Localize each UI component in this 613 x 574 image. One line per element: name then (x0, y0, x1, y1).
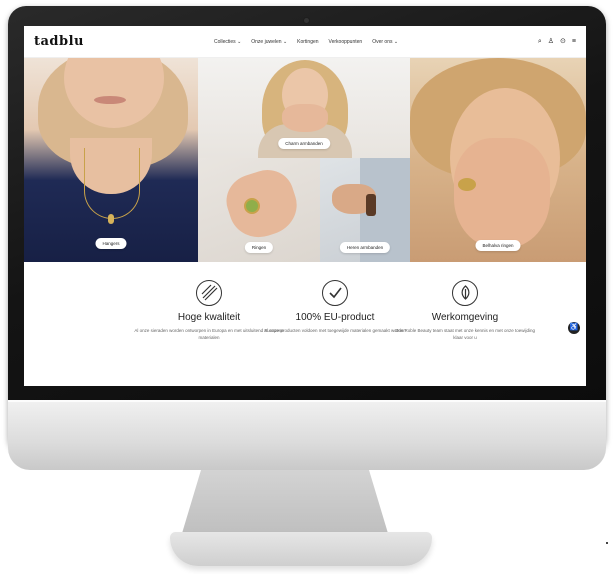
label-hangers[interactable]: Hangers (95, 238, 127, 249)
accessibility-button[interactable]: ♿ (568, 322, 580, 334)
gold-ring (458, 178, 476, 191)
camera-icon (304, 18, 309, 23)
website-screen: tadblu Collecties ⌄ Onze juwelen ⌄ Korti… (24, 26, 586, 386)
site-logo[interactable]: tadblu (34, 34, 214, 49)
green-stone-ring (244, 198, 260, 214)
tile-hangers[interactable]: Hangers (24, 58, 198, 262)
tile-ringen[interactable]: Ringen (198, 158, 320, 262)
features-section: Hoge kwaliteit Al onze sieraden worden o… (24, 262, 586, 386)
feature-text: Ons Roble Beauty team staat met onze ken… (394, 328, 536, 340)
pendant (108, 214, 114, 224)
label-charm-armbanden[interactable]: Charm armbanden (278, 138, 330, 149)
site-header: tadblu Collecties ⌄ Onze juwelen ⌄ Korti… (24, 26, 586, 58)
monitor-base (170, 532, 432, 566)
model-lips (94, 96, 126, 104)
menu-collecties[interactable]: Collecties ⌄ (214, 39, 241, 45)
model-hand (219, 163, 305, 245)
label-heren-armbanden[interactable]: Heren armbanden (339, 242, 391, 253)
menu-verkooppunten[interactable]: Verkooppunten (329, 39, 363, 45)
menu-icon[interactable]: ≡ (572, 38, 576, 45)
leaves-icon (452, 280, 478, 306)
feature-title: 100% EU-product (295, 312, 375, 323)
label-ringen[interactable]: Ringen (244, 242, 274, 253)
user-icon[interactable]: ♙ (548, 38, 554, 45)
leather-bracelet (366, 194, 376, 216)
monitor-chin (8, 400, 606, 470)
main-menu: Collecties ⌄ Onze juwelen ⌄ Kortingen Ve… (214, 39, 538, 45)
feature-text: Al onze producten voldoen met toegewijde… (264, 328, 406, 333)
model-hands (282, 104, 328, 132)
menu-onze-juwelen[interactable]: Onze juwelen ⌄ (251, 39, 287, 45)
necklace-chain (84, 148, 140, 219)
stray-dot (606, 542, 608, 544)
checkmark-icon (322, 280, 348, 306)
feature-workplace: Werkomgeving Ons Roble Beauty team staat… (390, 280, 540, 341)
monitor-stand (180, 470, 390, 540)
search-icon[interactable]: ⌕ (538, 38, 542, 45)
menu-over-ons[interactable]: Over ons ⌄ (372, 39, 398, 45)
quality-leaf-icon (196, 280, 222, 306)
model-hand (454, 138, 550, 248)
feature-title: Werkomgeving (431, 312, 499, 323)
tile-charm-armbanden[interactable]: Charm armbanden (198, 58, 410, 158)
tile-heren-armbanden[interactable]: Heren armbanden (320, 158, 410, 262)
label-belhalva-ringen[interactable]: Belhalva ringen (475, 240, 521, 251)
cart-icon[interactable]: ⊙ (560, 38, 566, 45)
menu-kortingen[interactable]: Kortingen (297, 39, 318, 45)
tile-belhalva-ringen[interactable]: Belhalva ringen (410, 58, 586, 262)
feature-eu-product: 100% EU-product Al onze producten voldoe… (260, 280, 410, 334)
header-icons: ⌕ ♙ ⊙ ≡ (538, 38, 576, 45)
